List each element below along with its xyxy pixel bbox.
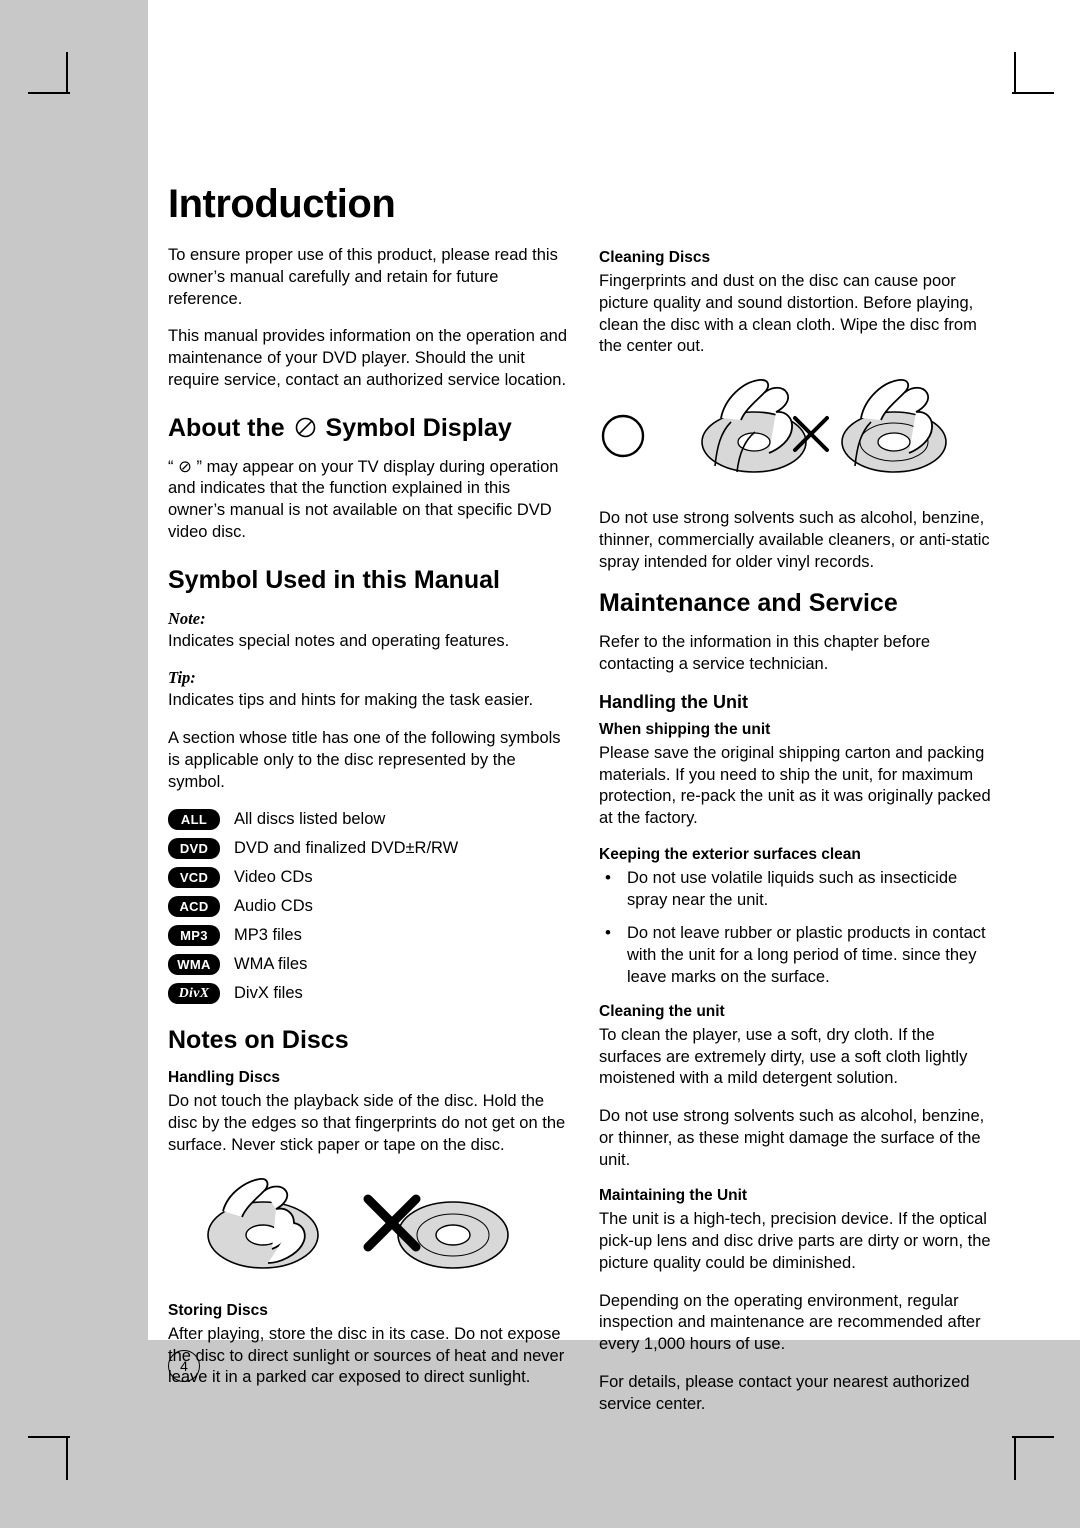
crop-mark-bottom-left-vertical (66, 1438, 68, 1480)
heading-notes-on-discs: Notes on Discs (168, 1026, 349, 1055)
crop-mark-bottom-right-vertical (1014, 1438, 1016, 1480)
list-item: Do not leave rubber or plastic products … (599, 922, 1000, 988)
crop-mark-top-left-horizontal (28, 92, 70, 94)
subheading-storing-discs: Storing Discs (168, 1301, 268, 1319)
cleaning-discs-text: Fingerprints and dust on the disc can ca… (599, 272, 977, 356)
heading-about-symbol-display-pre: About the (168, 413, 285, 442)
disc-handling-figure-icon (207, 1177, 509, 1269)
storing-discs-text: After playing, store the disc in its cas… (168, 1324, 565, 1387)
handling-discs-text: Do not touch the playback side of the di… (168, 1092, 566, 1155)
keeping-clean-bullet-list: Do not use volatile liquids such as inse… (599, 867, 1000, 989)
page-title: Introduction (168, 182, 396, 226)
list-item: ACD Audio CDs (168, 896, 569, 918)
crop-mark-top-right-horizontal (1012, 92, 1054, 94)
list-item: WMA WMA files (168, 954, 569, 976)
cleaning-unit-text-2: Do not use strong solvents such as alcoh… (599, 1107, 985, 1169)
note-text: Indicates special notes and operating fe… (168, 631, 510, 650)
maintaining-text-3: For details, please contact your nearest… (599, 1372, 970, 1413)
badge-dvd: DVD (168, 838, 220, 860)
badge-vcd-label: Video CDs (234, 868, 313, 887)
subheading-cleaning-the-unit: Cleaning the unit (599, 1002, 725, 1020)
page-number: 4 (168, 1350, 200, 1382)
badge-dvd-label: DVD and finalized DVD±R/RW (234, 839, 459, 858)
section-symbol-explanation: A section whose title has one of the fol… (168, 729, 561, 791)
badge-acd: ACD (168, 896, 220, 918)
badge-divx: DivX (168, 983, 220, 1005)
heading-about-symbol-display: About the Symbol Display (168, 414, 569, 443)
list-item: Do not use volatile liquids such as inse… (599, 867, 1000, 912)
when-shipping-text: Please save the original shipping carton… (599, 743, 991, 828)
heading-maintenance-and-service: Maintenance and Service (599, 589, 898, 618)
crop-mark-bottom-left-horizontal (28, 1436, 70, 1438)
intro-paragraph-1: To ensure proper use of this product, pl… (168, 246, 558, 308)
badge-mp3-label: MP3 files (234, 926, 302, 945)
list-item: DVD DVD and finalized DVD±R/RW (168, 838, 569, 860)
badge-wma-label: WMA files (234, 955, 308, 974)
badge-divx-label: DivX files (234, 984, 303, 1003)
crop-mark-top-right-vertical (1014, 52, 1016, 94)
maintaining-text-1: The unit is a high-tech, precision devic… (599, 1210, 991, 1272)
list-item: DivX DivX files (168, 983, 569, 1005)
left-column: To ensure proper use of this product, pl… (168, 245, 569, 1432)
two-column-layout: To ensure proper use of this product, pl… (168, 245, 1000, 1432)
symbol-display-paragraph: “ ⊘ ” may appear on your TV display duri… (168, 457, 559, 541)
list-item: MP3 MP3 files (168, 925, 569, 947)
right-column: Cleaning Discs Fingerprints and dust on … (599, 245, 1000, 1432)
disc-cleaning-figure-icon (601, 379, 947, 473)
tip-text: Indicates tips and hints for making the … (168, 691, 534, 710)
badge-all-label: All discs listed below (234, 810, 386, 829)
list-item: ALL All discs listed below (168, 809, 569, 831)
prohibition-icon (295, 417, 315, 437)
maintaining-text-2: Depending on the operating environment, … (599, 1291, 981, 1354)
subheading-keeping-exterior-clean: Keeping the exterior surfaces clean (599, 845, 861, 863)
badge-vcd: VCD (168, 867, 220, 889)
cleaning-discs-illustration (599, 374, 1000, 494)
badge-acd-label: Audio CDs (234, 897, 313, 916)
crop-mark-bottom-right-horizontal (1012, 1436, 1054, 1438)
handling-discs-illustration (168, 1173, 569, 1288)
heading-symbol-used-in-manual: Symbol Used in this Manual (168, 565, 500, 594)
badge-all: ALL (168, 809, 220, 831)
list-item: VCD Video CDs (168, 867, 569, 889)
badge-mp3: MP3 (168, 925, 220, 947)
tip-label: Tip: (168, 668, 196, 688)
subheading-maintaining-the-unit: Maintaining the Unit (599, 1187, 748, 1205)
cleaning-unit-text-1: To clean the player, use a soft, dry clo… (599, 1025, 968, 1088)
page-content: Introduction To ensure proper use of thi… (168, 182, 1000, 1432)
intro-paragraph-2: This manual provides information on the … (168, 327, 567, 389)
heading-about-symbol-display-post: Symbol Display (325, 413, 512, 442)
subheading-when-shipping-the-unit: When shipping the unit (599, 720, 771, 738)
disc-symbol-list: ALL All discs listed below DVD DVD and f… (168, 809, 569, 1005)
subheading-cleaning-discs: Cleaning Discs (599, 249, 711, 266)
maintenance-text: Refer to the information in this chapter… (599, 633, 931, 674)
subheading-handling-the-unit: Handling the Unit (599, 691, 748, 712)
crop-mark-top-left-vertical (66, 52, 68, 94)
subheading-handling-discs: Handling Discs (168, 1069, 280, 1087)
solvents-text: Do not use strong solvents such as alcoh… (599, 509, 990, 571)
note-label: Note: (168, 608, 206, 628)
badge-wma: WMA (168, 954, 220, 976)
